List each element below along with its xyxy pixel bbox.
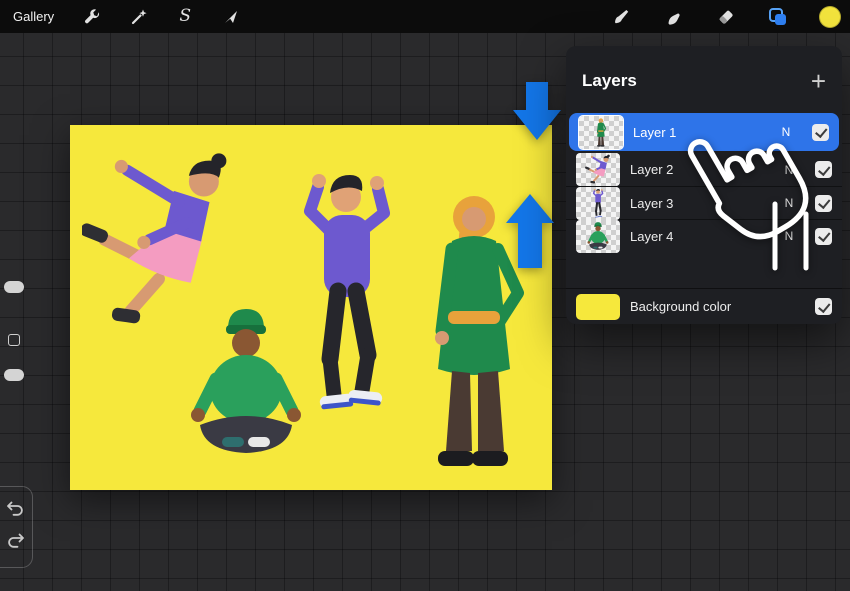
wrench-icon bbox=[84, 8, 102, 26]
paint-brush-icon bbox=[613, 8, 631, 26]
undo-icon bbox=[6, 500, 25, 517]
selection-s-icon: S bbox=[179, 8, 191, 25]
procreate-app: Gallery S bbox=[0, 0, 850, 591]
move-down-arrow bbox=[513, 82, 561, 140]
transform-button[interactable] bbox=[220, 6, 242, 28]
top-toolbar: Gallery S bbox=[0, 0, 850, 33]
layer-4-thumbnail bbox=[576, 220, 620, 253]
canvas[interactable] bbox=[70, 125, 552, 490]
undo-button[interactable] bbox=[6, 500, 25, 520]
layers-button[interactable] bbox=[767, 6, 789, 28]
brush-size-slider[interactable] bbox=[4, 281, 24, 293]
layers-panel-header: Layers + bbox=[566, 46, 842, 110]
add-layer-button[interactable]: + bbox=[811, 68, 826, 94]
layers-icon bbox=[768, 7, 788, 27]
smudge-icon bbox=[665, 8, 683, 26]
smudge-button[interactable] bbox=[663, 6, 685, 28]
tap-hand-cursor bbox=[676, 118, 850, 288]
hand-outline bbox=[684, 107, 817, 252]
selection-button[interactable]: S bbox=[174, 6, 196, 28]
layers-panel-title: Layers bbox=[582, 71, 637, 91]
redo-icon bbox=[6, 532, 25, 549]
color-button[interactable] bbox=[819, 6, 841, 28]
transform-arrow-icon bbox=[222, 8, 240, 26]
modify-button[interactable] bbox=[8, 334, 20, 346]
opacity-slider[interactable] bbox=[4, 369, 24, 381]
character-jumping-man bbox=[310, 174, 384, 410]
character-sitting-man bbox=[191, 309, 301, 453]
magic-wand-icon bbox=[130, 8, 148, 26]
redo-button[interactable] bbox=[6, 532, 25, 552]
color-circle bbox=[819, 6, 841, 28]
layer-move-arrows bbox=[500, 78, 570, 274]
artwork bbox=[70, 125, 552, 490]
eraser-button[interactable] bbox=[715, 6, 737, 28]
character-falling-woman bbox=[79, 153, 227, 324]
layer-1-thumbnail bbox=[579, 116, 623, 149]
adjustments-button[interactable] bbox=[128, 6, 150, 28]
undo-redo-frame bbox=[0, 486, 33, 568]
move-up-arrow bbox=[506, 194, 554, 268]
actions-button[interactable] bbox=[82, 6, 104, 28]
background-color-row[interactable]: Background color bbox=[566, 288, 842, 324]
layer-2-thumbnail bbox=[576, 153, 620, 186]
background-color-swatch bbox=[576, 294, 620, 320]
brush-button[interactable] bbox=[611, 6, 633, 28]
gallery-button[interactable]: Gallery bbox=[13, 9, 54, 24]
background-color-label: Background color bbox=[630, 299, 805, 314]
background-visibility-checkbox[interactable] bbox=[815, 298, 832, 315]
eraser-icon bbox=[717, 8, 735, 26]
layer-3-thumbnail bbox=[576, 187, 620, 220]
